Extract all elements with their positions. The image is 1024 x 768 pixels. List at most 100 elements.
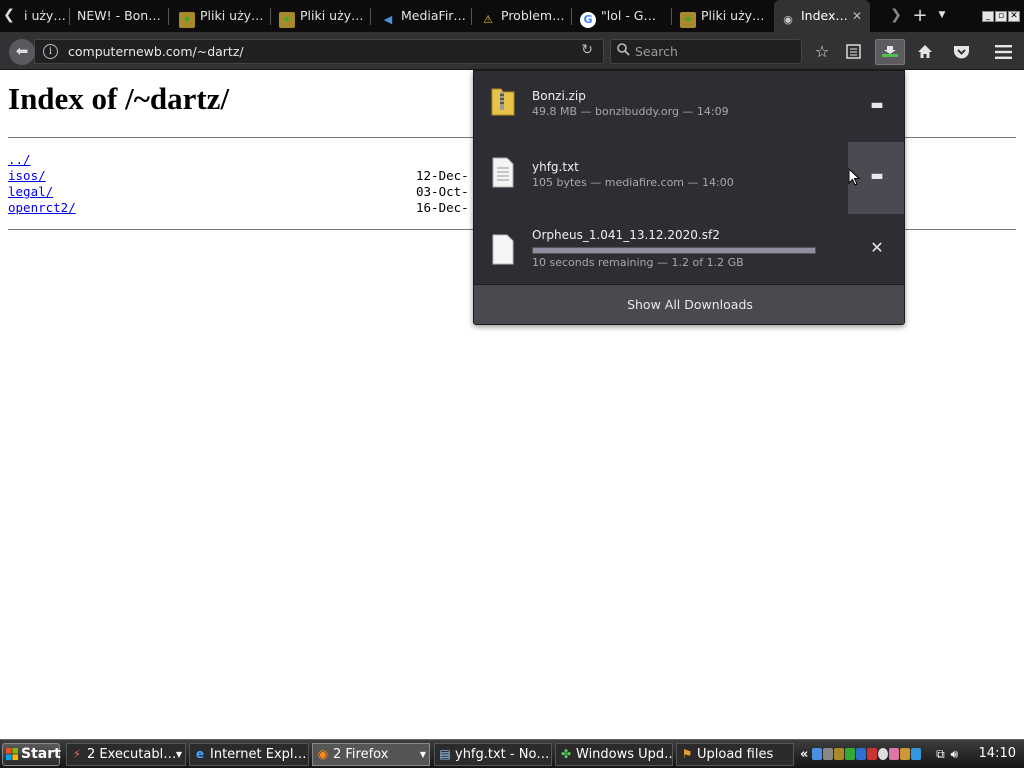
tray-icon[interactable] bbox=[900, 748, 911, 760]
home-button[interactable] bbox=[912, 39, 938, 65]
close-tab-icon[interactable]: ✕ bbox=[852, 0, 862, 32]
tab-label: MediaFir… bbox=[401, 8, 466, 23]
tab[interactable]: NEW! - Bon… bbox=[71, 0, 169, 32]
mediafire-icon: ◀ bbox=[383, 13, 393, 26]
system-tray: « ⧉ 🔊︎ 14:10 bbox=[800, 743, 1024, 766]
back-button[interactable]: ⬅ bbox=[9, 39, 35, 65]
zip-file-icon bbox=[491, 88, 515, 116]
home-icon bbox=[918, 45, 932, 58]
task-label: yhfg.txt - No… bbox=[455, 747, 550, 762]
pocket-button[interactable] bbox=[948, 39, 974, 65]
reload-icon[interactable]: ↻ bbox=[581, 42, 593, 58]
download-filename: Bonzi.zip bbox=[532, 89, 586, 103]
tray-icon[interactable] bbox=[812, 748, 823, 760]
start-button[interactable]: Start bbox=[2, 743, 61, 766]
tray-icon[interactable] bbox=[856, 748, 867, 760]
bookmark-star-button[interactable]: ☆ bbox=[809, 39, 835, 65]
directory-link-parent[interactable]: ../ bbox=[8, 152, 31, 167]
tray-icon[interactable] bbox=[867, 748, 878, 760]
task-label: Windows Upd… bbox=[576, 747, 673, 762]
tray-icon[interactable] bbox=[911, 748, 922, 760]
tabs-scroll-left-button[interactable]: ❮ bbox=[0, 0, 18, 32]
modified-date: 03-Oct- bbox=[416, 184, 469, 199]
download-status: 10 seconds remaining — 1.2 of 1.2 GB bbox=[532, 256, 744, 269]
clock[interactable]: 14:10 bbox=[979, 743, 1016, 765]
volume-icon[interactable]: 🔊︎ bbox=[950, 747, 958, 761]
taskbar-button-notepad[interactable]: ▤ yhfg.txt - No… bbox=[434, 743, 552, 766]
downloads-button[interactable] bbox=[875, 39, 905, 65]
tab[interactable]: G "lol - G… bbox=[574, 0, 672, 32]
show-hidden-icons-button[interactable]: « bbox=[800, 747, 808, 762]
windows-logo-icon bbox=[6, 748, 18, 760]
taskbar-button-executables[interactable]: ⚡ 2 Executabl… ▼ bbox=[66, 743, 186, 766]
download-filename: yhfg.txt bbox=[532, 160, 579, 174]
modified-date: 16-Dec- bbox=[416, 200, 469, 215]
tray-icon[interactable] bbox=[889, 748, 900, 760]
tabs-scroll-right-button[interactable]: ❯ bbox=[888, 0, 904, 32]
url-bar[interactable]: i computernewb.com/~dartz/ ↻ bbox=[34, 39, 604, 64]
directory-link-legal[interactable]: legal/ bbox=[8, 184, 53, 199]
task-label: 2 Firefox bbox=[333, 747, 389, 762]
download-item[interactable]: Orpheus_1.041_13.12.2020.sf2 10 seconds … bbox=[474, 214, 904, 286]
executable-icon: ⚡ bbox=[72, 747, 82, 761]
task-label: 2 Executabl… bbox=[87, 747, 177, 762]
tab[interactable]: ⚠ Problem… bbox=[474, 0, 572, 32]
taskbar-button-upload-files[interactable]: ⚑ Upload files bbox=[676, 743, 794, 766]
download-item[interactable]: Bonzi.zip 49.8 MB — bonzibuddy.org — 14:… bbox=[474, 71, 904, 143]
task-label: Upload files bbox=[697, 747, 774, 762]
tray-icon[interactable] bbox=[834, 748, 845, 760]
windows-update-icon: ✤ bbox=[560, 747, 572, 761]
tab-separator bbox=[69, 8, 70, 25]
taskbar-button-internet-explorer[interactable]: e Internet Expl… bbox=[189, 743, 309, 766]
tab[interactable]: i uży… bbox=[18, 0, 70, 32]
new-tab-button[interactable]: + bbox=[910, 0, 930, 32]
tab[interactable]: ◀ MediaFir… bbox=[374, 0, 472, 32]
ie-icon: e bbox=[195, 747, 205, 761]
list-icon bbox=[845, 44, 861, 59]
tab-strip: ❮ i uży… NEW! - Bon… ✦ Pliki uży… ✦ Pliki … bbox=[0, 0, 1024, 32]
tab[interactable]: ✦ Pliki uży… bbox=[273, 0, 371, 32]
chevron-down-icon: ▼ bbox=[419, 750, 426, 759]
url-text[interactable]: computernewb.com/~dartz/ bbox=[68, 44, 244, 59]
cancel-download-button[interactable]: ✕ bbox=[848, 214, 904, 286]
download-item[interactable]: yhfg.txt 105 bytes — mediafire.com — 14:… bbox=[474, 142, 904, 214]
tab-separator bbox=[571, 8, 572, 25]
tab-label: Index… bbox=[801, 8, 848, 23]
maximize-button[interactable]: ▫ bbox=[995, 11, 1007, 22]
minimize-button[interactable]: _ bbox=[982, 11, 994, 22]
tab-label: "lol - G… bbox=[601, 8, 656, 23]
download-status: 105 bytes — mediafire.com — 14:00 bbox=[532, 176, 734, 189]
tab-label: Pliki uży… bbox=[200, 8, 264, 23]
tab-separator bbox=[671, 8, 672, 25]
search-input[interactable]: Search bbox=[610, 39, 802, 64]
close-window-button[interactable]: ✕ bbox=[1008, 11, 1020, 22]
back-arrow-icon: ⬅ bbox=[15, 42, 29, 60]
taskbar-button-firefox[interactable]: ◉ 2 Firefox ▼ bbox=[312, 743, 430, 766]
directory-link-isos[interactable]: isos/ bbox=[8, 168, 46, 183]
text-file-icon bbox=[492, 157, 514, 188]
open-containing-folder-button[interactable]: ▬ bbox=[848, 71, 904, 143]
download-progress-icon bbox=[882, 46, 898, 57]
tab[interactable]: ✦ Pliki uży… bbox=[173, 0, 271, 32]
tab-active[interactable]: ◉ Index… ✕ bbox=[774, 0, 870, 32]
download-status: 49.8 MB — bonzibuddy.org — 14:09 bbox=[532, 105, 729, 118]
reader-list-button[interactable] bbox=[840, 39, 866, 65]
site-info-icon[interactable]: i bbox=[43, 44, 58, 59]
pocket-icon bbox=[953, 46, 969, 59]
notepad-icon: ▤ bbox=[439, 747, 451, 761]
search-placeholder: Search bbox=[635, 44, 678, 59]
chevron-down-icon: ▼ bbox=[175, 750, 182, 759]
taskbar-button-windows-update[interactable]: ✤ Windows Upd… bbox=[555, 743, 673, 766]
tab[interactable]: ✦ Pliki uży… bbox=[674, 0, 772, 32]
all-tabs-dropdown-icon[interactable]: ▼ bbox=[934, 0, 950, 32]
download-progress-fill bbox=[533, 248, 815, 253]
tray-icon[interactable] bbox=[878, 748, 889, 760]
tray-icon[interactable] bbox=[845, 748, 856, 760]
start-label: Start bbox=[21, 746, 61, 762]
directory-link-openrct2[interactable]: openrct2/ bbox=[8, 200, 76, 215]
menu-button[interactable] bbox=[990, 39, 1016, 65]
tab-separator bbox=[370, 8, 371, 25]
network-icon[interactable]: ⧉ bbox=[936, 747, 945, 761]
show-all-downloads-button[interactable]: Show All Downloads bbox=[474, 284, 904, 324]
tray-icon[interactable] bbox=[823, 748, 834, 760]
